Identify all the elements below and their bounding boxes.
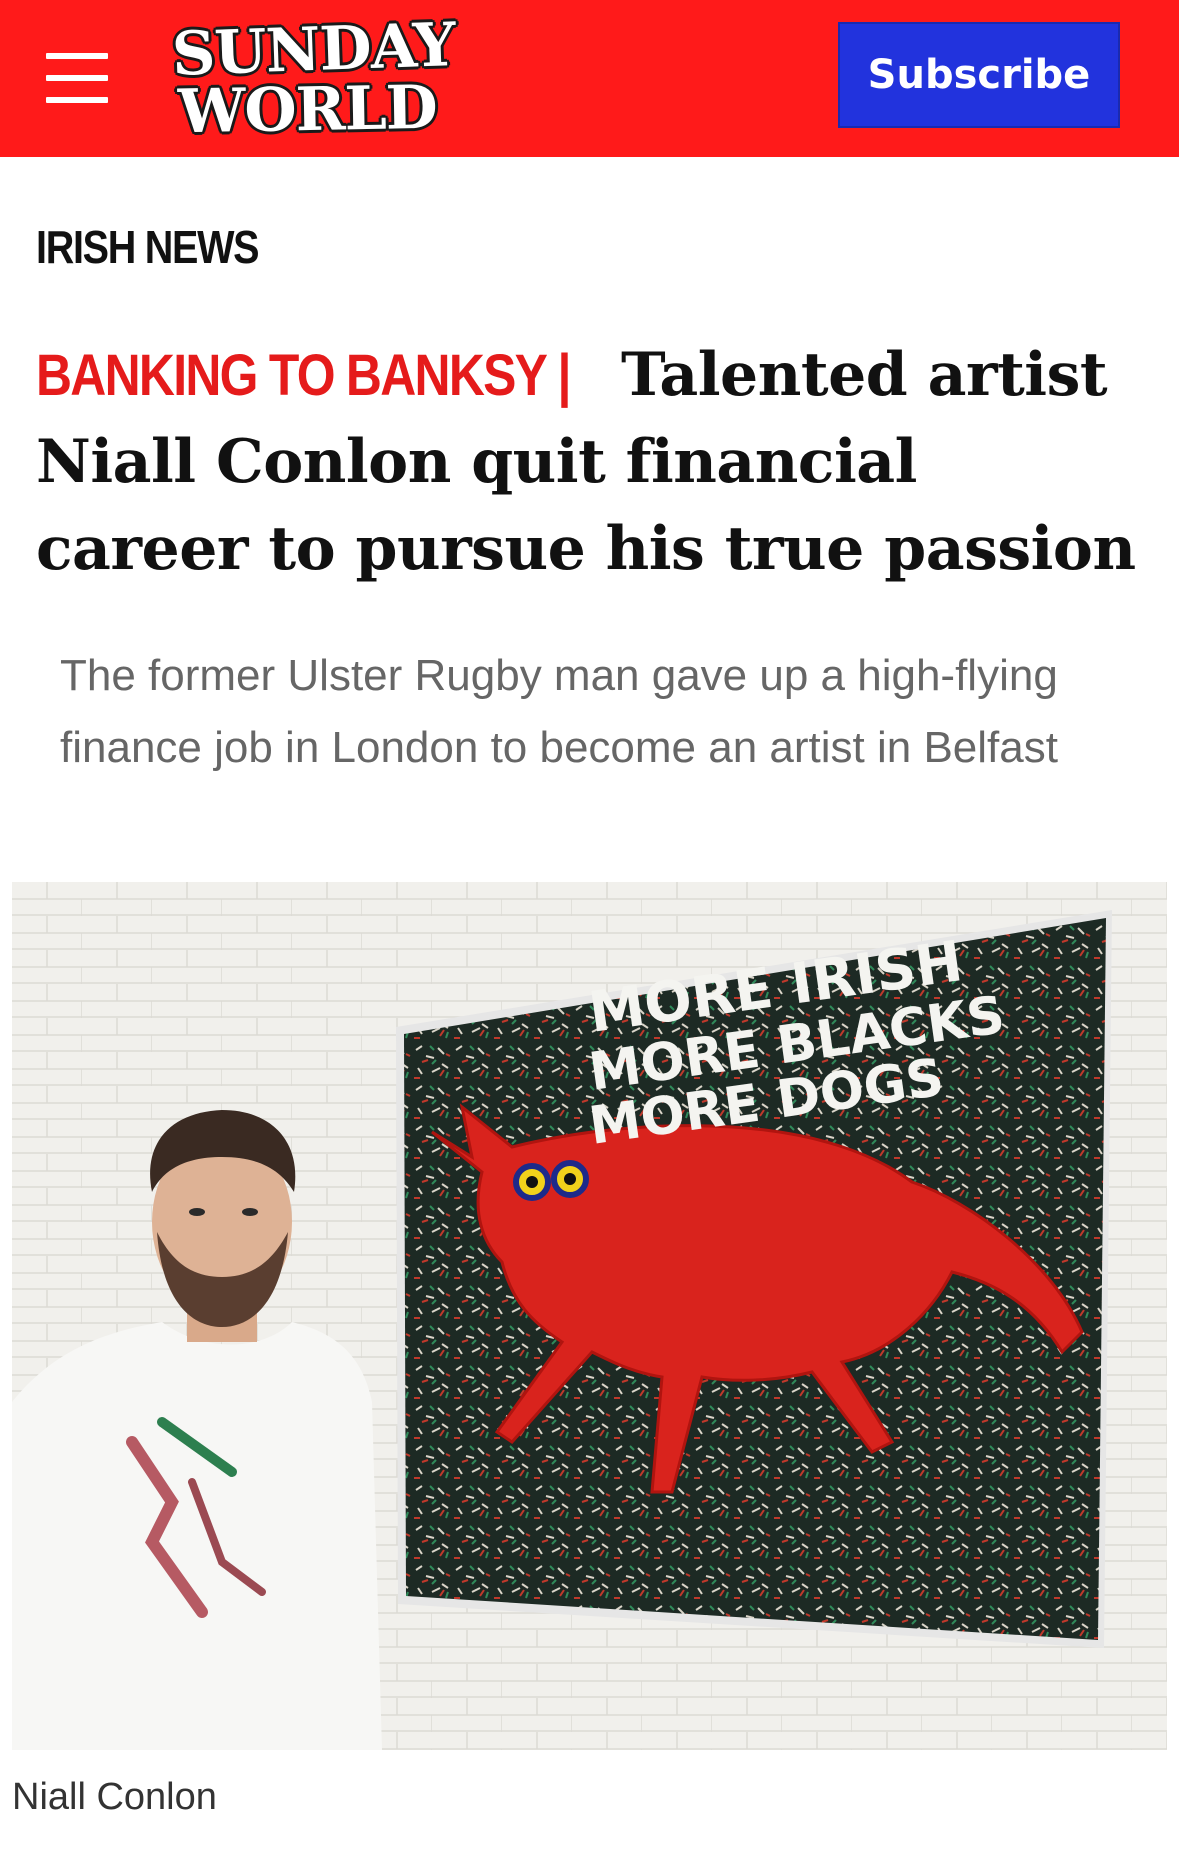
subscribe-button[interactable]: Subscribe	[838, 22, 1120, 128]
article-photo[interactable]: MORE IRISH MORE BLACKS MORE DOGS	[12, 882, 1167, 1750]
menu-bar	[46, 75, 108, 81]
site-logo[interactable]: SUNDAY WORLD	[168, 10, 478, 148]
article-standfirst: The former Ulster Rugby man gave up a hi…	[60, 651, 1058, 772]
painting: MORE IRISH MORE BLACKS MORE DOGS	[396, 910, 1112, 1648]
photo-illustration: MORE IRISH MORE BLACKS MORE DOGS	[12, 882, 1167, 1750]
headline-kicker: BANKING TO BANKSY |	[36, 343, 571, 408]
hamburger-menu-icon[interactable]	[46, 53, 108, 103]
photo-caption: Niall Conlon	[12, 1776, 217, 1818]
site-header: SUNDAY WORLD Subscribe	[0, 0, 1179, 157]
menu-bar	[46, 53, 108, 59]
article-headline: BANKING TO BANKSY | Talented artist Nial…	[36, 332, 1146, 593]
logo-text-line-2: WORLD	[177, 72, 438, 148]
menu-bar	[46, 97, 108, 103]
section-label[interactable]: IRISH NEWS	[36, 220, 260, 274]
